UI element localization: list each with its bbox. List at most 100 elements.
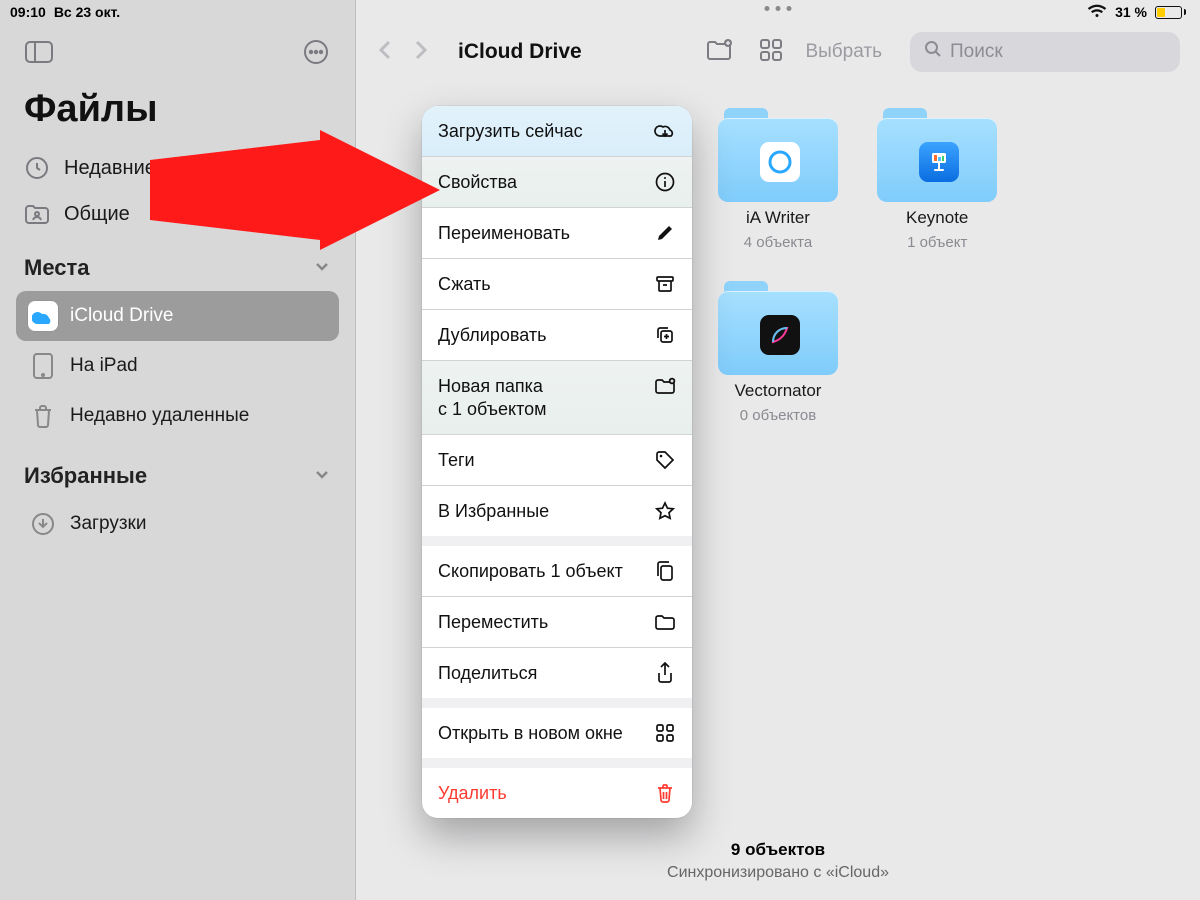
more-icon[interactable] [301,37,331,67]
sidebar-item-label: Недавно удаленные [70,405,249,427]
multitask-dots-icon[interactable] [765,6,792,11]
ctx-duplicate[interactable]: Дублировать [422,310,692,361]
ctx-move[interactable]: Переместить [422,597,692,648]
folder-item[interactable]: Keynote 1 объект [862,108,1013,251]
ctx-label: Теги [438,450,475,471]
ctx-get-info[interactable]: Свойства [422,157,692,208]
grid-icon [654,722,676,744]
cloud-download-icon [654,120,676,142]
ctx-copy[interactable]: Скопировать 1 объект [422,546,692,597]
download-icon [28,509,58,539]
iawriter-app-icon [760,142,800,182]
sidebar-item-label: iCloud Drive [70,305,173,327]
view-grid-button[interactable] [755,34,787,71]
status-time: 09:10 [10,4,46,20]
ctx-label: В Избранные [438,501,549,522]
ctx-label: Переместить [438,612,548,633]
status-bar-left: 09:10 Вс 23 окт. [0,0,355,24]
section-favorites[interactable]: Избранные [0,445,355,495]
ctx-tags[interactable]: Теги [422,435,692,486]
folder-icon [718,108,838,202]
status-date: Вс 23 окт. [54,4,120,20]
ctx-label: Переименовать [438,223,570,244]
section-label: Избранные [24,463,147,489]
ctx-download-now[interactable]: Загрузить сейчас [422,106,692,157]
select-button[interactable]: Выбрать [805,41,882,63]
keynote-app-icon [919,142,959,182]
section-label: Места [24,255,90,281]
folder-icon [877,108,997,202]
ctx-label: Загрузить сейчас [438,121,583,142]
trash-icon [654,782,676,804]
ipad-icon [28,351,58,381]
sidebar-item-recently-deleted[interactable]: Недавно удаленные [16,391,339,441]
folder-icon [718,281,838,375]
folder-name: Keynote [906,208,968,228]
sidebar-item-icloud-drive[interactable]: iCloud Drive [16,291,339,341]
sidebar-item-label: Недавние [64,157,156,180]
duplicate-icon [654,324,676,346]
ctx-delete[interactable]: Удалить [422,768,692,818]
chevron-down-icon [313,463,331,489]
ctx-rename[interactable]: Переименовать [422,208,692,259]
sidebar-item-label: Загрузки [70,513,146,535]
folder-meta: 0 объектов [740,407,816,424]
star-icon [654,500,676,522]
sidebar-item-on-ipad[interactable]: На iPad [16,341,339,391]
ctx-share[interactable]: Поделиться [422,648,692,698]
clock-icon [24,155,50,181]
ctx-label: Дублировать [438,325,546,346]
ctx-favorite[interactable]: В Избранные [422,486,692,536]
vectornator-app-icon [760,315,800,355]
ctx-sublabel: с 1 объектом [438,398,547,421]
section-locations[interactable]: Места [0,237,355,287]
ctx-label: Поделиться [438,663,537,684]
ctx-label: Открыть в новом окне [438,723,623,744]
share-icon [654,662,676,684]
chevron-down-icon [313,255,331,281]
sidebar-item-downloads[interactable]: Загрузки [16,499,339,549]
folder-person-icon [24,201,50,227]
folder-name: iA Writer [746,208,810,228]
ctx-open-new-window[interactable]: Открыть в новом окне [422,708,692,758]
tag-icon [654,449,676,471]
copy-icon [654,560,676,582]
ctx-label: Скопировать 1 объект [438,561,623,582]
back-button[interactable] [376,38,394,67]
ctx-label: Новая папка [438,375,547,398]
sidebar-item-label: Общие [64,203,130,226]
search-input[interactable]: Поиск [910,32,1180,72]
ctx-new-folder-with-item[interactable]: Новая папка с 1 объектом [422,361,692,435]
folder-meta: 4 объекта [744,234,812,251]
search-placeholder: Поиск [950,41,1003,63]
item-count: 9 объектов [356,840,1200,860]
forward-button[interactable] [412,38,430,67]
ctx-label: Свойства [438,172,517,193]
trash-icon [28,401,58,431]
sidebar-item-label: На iPad [70,355,138,377]
breadcrumb-title[interactable]: iCloud Drive [458,40,582,64]
footer: 9 объектов Синхронизировано с «iCloud» [356,840,1200,882]
sidebar-title: Файлы [0,80,355,145]
folder-item[interactable]: iA Writer 4 объекта [702,108,853,251]
context-menu: Загрузить сейчас Свойства Переименовать … [422,106,692,818]
battery-pct: 31 % [1115,4,1147,20]
ctx-label: Удалить [438,783,507,804]
battery-icon [1155,6,1186,19]
search-icon [924,40,942,64]
nav-bar: iCloud Drive Выбрать Поиск [356,24,1200,80]
ctx-label: Сжать [438,274,491,295]
icloud-icon [28,301,58,331]
wifi-icon [1087,4,1107,21]
folder-item[interactable]: Vectornator 0 объектов [702,281,853,424]
sidebar-item-shared[interactable]: Общие [0,191,355,237]
status-bar-right: 31 % [356,0,1200,24]
folder-meta: 1 объект [907,234,967,251]
ctx-compress[interactable]: Сжать [422,259,692,310]
sync-status: Синхронизировано с «iCloud» [356,864,1200,882]
new-folder-button[interactable] [701,35,737,70]
folder-plus-icon [654,375,676,397]
toggle-sidebar-icon[interactable] [24,37,54,67]
folder-name: Vectornator [735,381,822,401]
sidebar-item-recents[interactable]: Недавние [0,145,355,191]
